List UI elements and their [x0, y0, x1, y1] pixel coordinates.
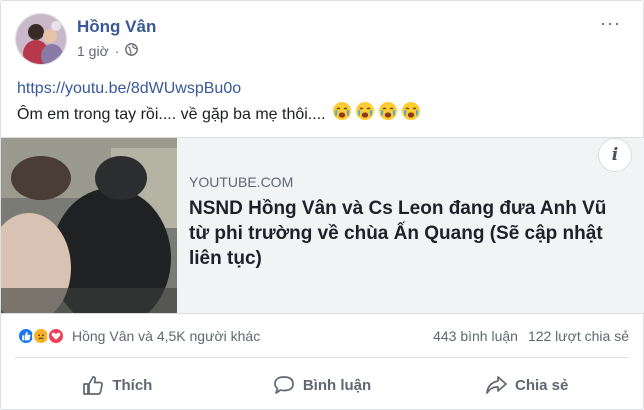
post-actions: Thích Bình luận Chia sẻ	[15, 365, 629, 405]
link-preview-card[interactable]: YOUTUBE.COM NSND Hồng Vân và Cs Leon đan…	[1, 137, 644, 314]
love-reaction-icon	[47, 327, 65, 345]
comment-button[interactable]: Bình luận	[220, 365, 425, 405]
reaction-summary[interactable]: Hồng Vân và 4,5K người khác	[17, 327, 260, 345]
more-options-button[interactable]: ···	[600, 13, 621, 34]
link-preview-info: YOUTUBE.COM NSND Hồng Vân và Cs Leon đan…	[177, 138, 644, 313]
post-text: https://youtu.be/8dWUwspBu0o Ôm em trong…	[17, 77, 627, 129]
post-meta: 1 giờ ·	[77, 43, 139, 59]
globe-icon[interactable]	[125, 43, 139, 59]
author-name[interactable]: Hồng Vân	[77, 17, 156, 37]
crying-face-icon	[378, 101, 398, 129]
comment-icon	[273, 375, 295, 395]
separator-dot: ·	[114, 43, 120, 59]
share-arrow-icon	[485, 375, 507, 395]
comment-label: Bình luận	[302, 376, 372, 394]
actions-divider	[15, 357, 629, 358]
crying-face-icon	[332, 101, 352, 129]
link-domain: YOUTUBE.COM	[189, 174, 294, 190]
post-stats: Hồng Vân và 4,5K người khác 443 bình luậ…	[17, 323, 629, 349]
author-avatar[interactable]	[15, 13, 67, 65]
post-message: Ôm em trong tay rồi.... về gặp ba mẹ thô…	[17, 106, 326, 124]
post-timestamp[interactable]: 1 giờ	[77, 43, 109, 59]
like-button[interactable]: Thích	[15, 365, 220, 405]
share-count[interactable]: 122 lượt chia sẻ	[528, 328, 629, 344]
share-button[interactable]: Chia sẻ	[424, 365, 629, 405]
share-label: Chia sẻ	[515, 376, 569, 394]
post-header: Hồng Vân 1 giờ · ···	[15, 13, 625, 65]
info-icon[interactable]: i	[598, 138, 632, 172]
reactors-text[interactable]: Hồng Vân và 4,5K người khác	[72, 328, 260, 344]
comment-count[interactable]: 443 bình luận	[433, 328, 518, 344]
like-label: Thích	[112, 376, 153, 394]
crying-face-icon	[401, 101, 421, 129]
crying-face-icon	[355, 101, 375, 129]
post-link[interactable]: https://youtu.be/8dWUwspBu0o	[17, 80, 241, 97]
link-title[interactable]: NSND Hồng Vân và Cs Leon đang đưa Anh Vũ…	[189, 196, 621, 271]
engagement-counts: 443 bình luận 122 lượt chia sẻ	[433, 328, 629, 344]
facebook-post: Hồng Vân 1 giờ · ··· https://youtu.be/8d…	[0, 0, 644, 410]
video-thumbnail[interactable]	[1, 138, 177, 313]
emoji-group	[332, 101, 421, 129]
thumbs-up-icon	[82, 375, 104, 395]
